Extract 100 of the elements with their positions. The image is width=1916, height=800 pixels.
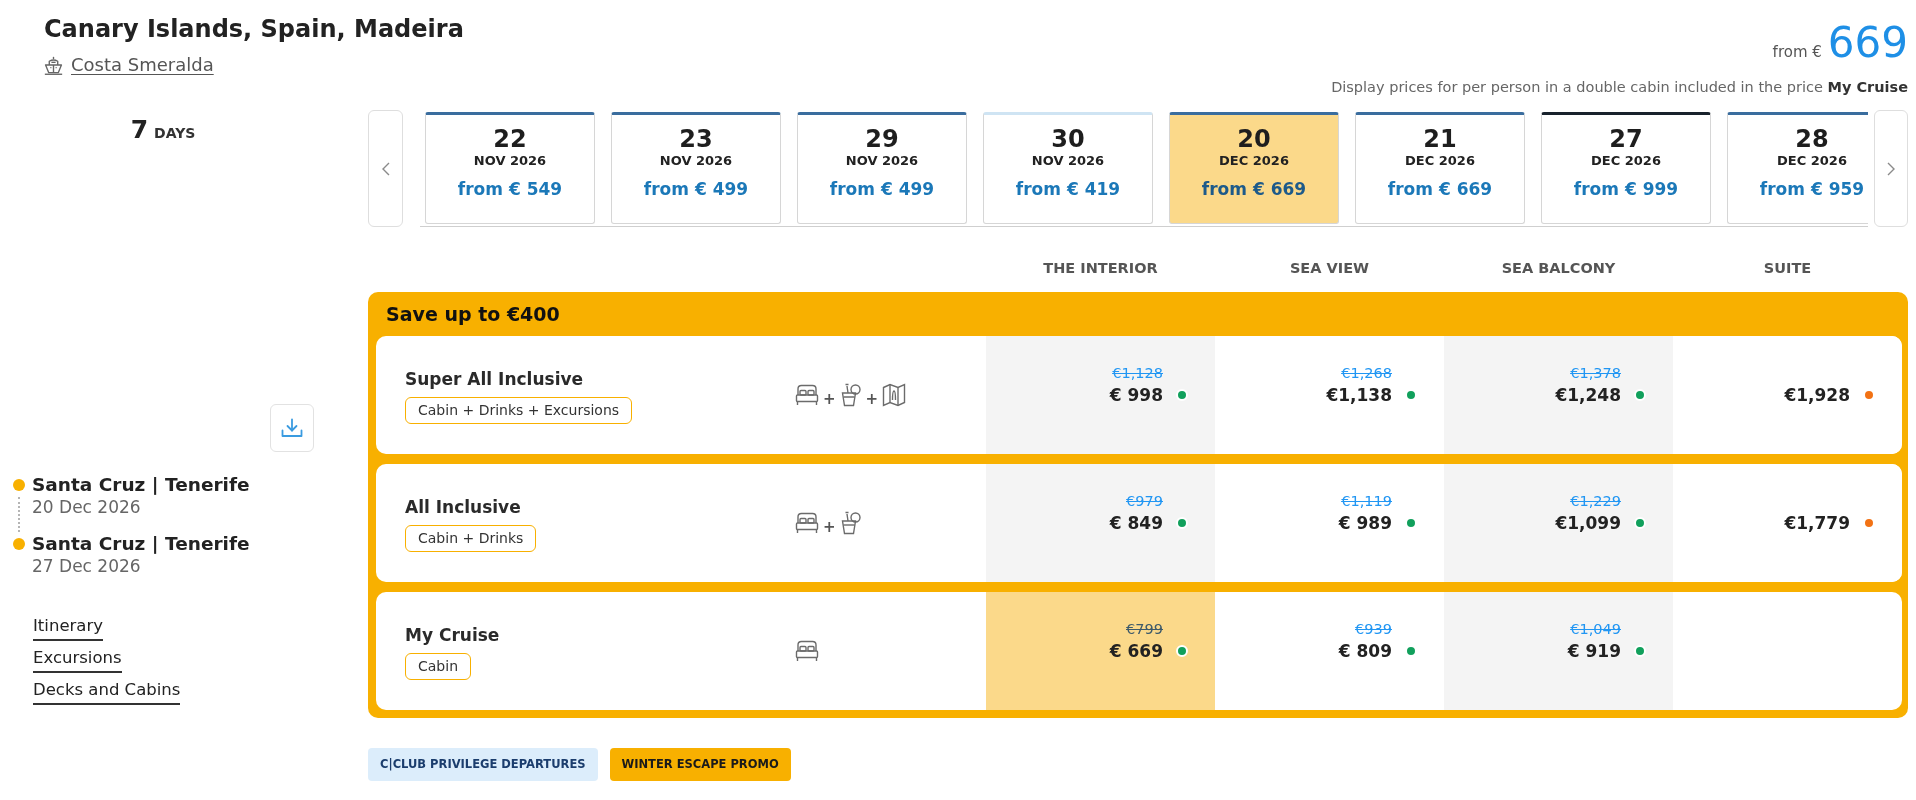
month-year: NOV 2026 <box>845 153 919 169</box>
promo-badge: WINTER ESCAPE PROMO <box>609 748 791 781</box>
current-price: € 849 <box>1109 512 1163 535</box>
day-number: 29 <box>865 125 899 153</box>
date-price: from € 999 <box>1573 178 1679 200</box>
cocktail-icon <box>839 383 862 407</box>
day-number: 22 <box>493 125 527 153</box>
duration-number: 7 <box>130 116 149 144</box>
port-name: Santa Cruz | Tenerife <box>32 473 250 497</box>
date-price: from € 669 <box>1201 178 1307 200</box>
original-price: €1,128 <box>1112 364 1163 382</box>
package-tag: Cabin <box>405 652 471 680</box>
month-year: DEC 2026 <box>1591 153 1661 169</box>
bed-icon <box>795 512 819 534</box>
day-number: 21 <box>1423 125 1457 153</box>
day-number: 20 <box>1237 125 1271 153</box>
column-header: SEA VIEW <box>1289 259 1370 278</box>
package-name: My Cruise <box>405 623 500 647</box>
section-link[interactable]: Decks and Cabins <box>33 680 181 705</box>
ship-link[interactable]: Costa Smeralda <box>44 54 214 76</box>
original-price: €979 <box>1126 492 1163 510</box>
current-price: € 669 <box>1109 640 1163 663</box>
plus-sign: + <box>865 391 879 407</box>
package-tag: Cabin + Drinks + Excursions <box>405 396 633 424</box>
package-tag: Cabin + Drinks <box>405 524 537 552</box>
original-price: €1,229 <box>1570 492 1621 510</box>
day-number: 28 <box>1795 125 1829 153</box>
date-price: from € 419 <box>1015 178 1121 200</box>
price-cell[interactable]: €1,378 €1,248 <box>1444 336 1673 454</box>
price-cell[interactable]: €1,049 € 919 <box>1444 592 1673 710</box>
price-cell[interactable]: €1,229 €1,099 <box>1444 464 1673 582</box>
original-price: €1,119 <box>1341 492 1392 510</box>
month-year: DEC 2026 <box>1777 153 1847 169</box>
day-number: 23 <box>679 125 713 153</box>
month-year: NOV 2026 <box>659 153 733 169</box>
date-card[interactable]: 23 NOV 2026 from € 499 <box>611 112 781 224</box>
month-year: NOV 2026 <box>473 153 547 169</box>
date-card[interactable]: 30 NOV 2026 from € 419 <box>983 112 1153 224</box>
download-button[interactable] <box>270 404 314 452</box>
month-year: NOV 2026 <box>1031 153 1105 169</box>
section-link[interactable]: Itinerary <box>33 616 103 641</box>
package-name: Super All Inclusive <box>405 367 584 391</box>
port-dot-icon <box>13 479 25 491</box>
next-button[interactable] <box>1874 110 1908 227</box>
map-icon <box>882 383 907 407</box>
date-price: from € 499 <box>643 178 749 200</box>
port-name: Santa Cruz | Tenerife <box>32 532 250 556</box>
month-year: DEC 2026 <box>1219 153 1289 169</box>
chevron-right-icon <box>1887 161 1895 176</box>
date-price: from € 499 <box>829 178 935 200</box>
package-name: All Inclusive <box>405 495 521 519</box>
ship-icon <box>44 55 63 75</box>
date-price: from € 959 <box>1759 178 1865 200</box>
day-number: 27 <box>1609 125 1643 153</box>
column-header: THE INTERIOR <box>1043 259 1158 278</box>
promo-badge: C|CLUB PRIVILEGE DEPARTURES <box>368 748 598 781</box>
timeline-connector <box>18 497 20 532</box>
date-card[interactable]: 27 DEC 2026 from € 999 <box>1541 112 1711 224</box>
port-date: 20 Dec 2026 <box>32 497 141 517</box>
day-number: 30 <box>1051 125 1085 153</box>
date-price: from € 669 <box>1387 178 1493 200</box>
original-price: €939 <box>1355 620 1392 638</box>
port-dot-icon <box>13 538 25 550</box>
from-label: from € <box>1772 42 1822 63</box>
date-card[interactable]: 28 DEC 2026 from € 959 <box>1727 112 1868 224</box>
price-cell[interactable]: €1,128 € 998 <box>986 336 1215 454</box>
promo-title: Save up to €400 <box>386 303 560 325</box>
current-price: €1,928 <box>1784 384 1850 407</box>
original-price: €799 <box>1126 620 1163 638</box>
port-date: 27 Dec 2026 <box>32 556 141 576</box>
date-card[interactable]: 21 DEC 2026 from € 669 <box>1355 112 1525 224</box>
current-price: € 998 <box>1109 384 1163 407</box>
date-price: from € 549 <box>457 178 563 200</box>
plus-sign: + <box>823 519 836 535</box>
date-card[interactable]: 20 DEC 2026 from € 669 <box>1169 112 1339 224</box>
current-price: € 809 <box>1338 640 1392 663</box>
original-price: €1,378 <box>1570 364 1621 382</box>
duration-unit: DAYS <box>154 124 196 143</box>
price-cell[interactable]: €799 € 669 <box>986 592 1215 710</box>
download-icon <box>281 418 303 438</box>
cocktail-icon <box>839 511 862 535</box>
original-price: €1,049 <box>1570 620 1621 638</box>
current-price: €1,138 <box>1326 384 1392 407</box>
date-card[interactable]: 22 NOV 2026 from € 549 <box>425 112 595 224</box>
current-price: €1,779 <box>1784 512 1850 535</box>
current-price: € 989 <box>1338 512 1392 535</box>
price-cell[interactable]: €979 € 849 <box>986 464 1215 582</box>
price-note: Display prices for per person in a double cabin included in the price My Cruise <box>1331 78 1908 97</box>
column-header: SEA BALCONY <box>1501 259 1616 278</box>
month-year: DEC 2026 <box>1405 153 1475 169</box>
date-card[interactable]: 29 NOV 2026 from € 499 <box>797 112 967 224</box>
current-price: €1,248 <box>1555 384 1621 407</box>
from-price: 669 <box>1827 20 1908 66</box>
original-price: €1,268 <box>1341 364 1392 382</box>
plus-sign: + <box>823 391 836 407</box>
previous-button[interactable] <box>368 110 403 227</box>
bed-icon <box>795 384 819 406</box>
column-header: SUITE <box>1763 259 1812 278</box>
section-link[interactable]: Excursions <box>33 648 122 673</box>
bed-icon <box>795 640 819 662</box>
